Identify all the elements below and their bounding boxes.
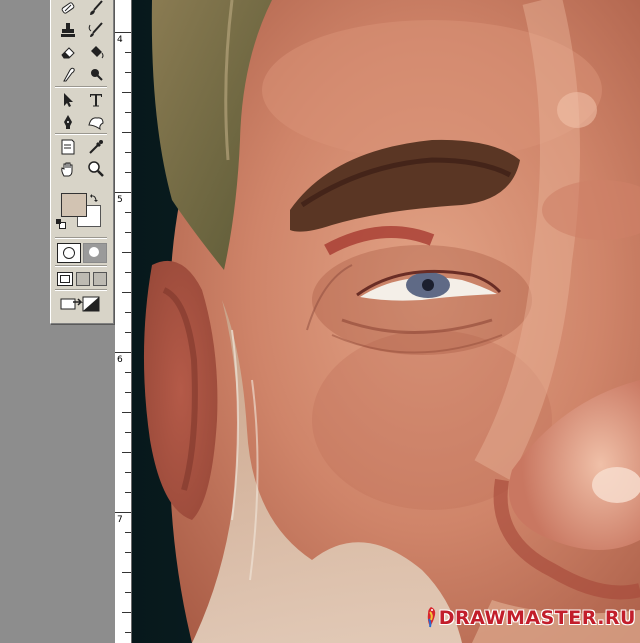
hand-icon[interactable]	[55, 158, 81, 180]
imageready-icon	[60, 296, 100, 312]
standard-mode-icon	[63, 247, 75, 259]
standard-mode-button[interactable]	[57, 243, 81, 263]
smudge-icon[interactable]	[55, 63, 81, 85]
pen-icon[interactable]	[55, 111, 81, 133]
brush-icon[interactable]	[83, 0, 109, 19]
document-canvas[interactable]: DRAWMASTER.RU	[132, 0, 640, 643]
foreground-color-swatch[interactable]	[61, 193, 87, 217]
watermark-text: DRAWMASTER.RU	[438, 607, 636, 629]
parrot-logo	[424, 606, 438, 628]
path-select-icon[interactable]	[55, 89, 81, 111]
vertical-ruler[interactable]: 4 5 6 7	[115, 0, 132, 643]
ruler-label: 4	[117, 35, 123, 45]
toolbox-divider	[55, 265, 107, 267]
tools-palette	[50, 0, 114, 324]
history-brush-icon[interactable]	[83, 19, 109, 41]
screen-mode-icon	[60, 275, 70, 283]
default-colors-icon[interactable]	[56, 219, 66, 229]
drawmaster-watermark: DRAWMASTER.RU	[424, 606, 636, 629]
toolbox-divider	[55, 133, 107, 135]
burn-icon[interactable]	[83, 63, 109, 85]
stamp-icon[interactable]	[55, 19, 81, 41]
type-icon[interactable]	[83, 89, 109, 111]
toolbox-divider	[55, 289, 107, 291]
ruler-label: 5	[117, 195, 123, 205]
quick-mask-button[interactable]	[83, 243, 107, 263]
eraser-icon[interactable]	[55, 41, 81, 63]
zoom-icon[interactable]	[83, 158, 109, 180]
eyedropper-icon[interactable]	[83, 136, 109, 158]
full-screen-menu-mode-button[interactable]	[76, 272, 90, 286]
toolbox-divider	[55, 237, 107, 239]
paint-bucket-icon[interactable]	[83, 41, 109, 63]
toolbox-divider	[55, 86, 107, 88]
quick-mask-icon	[89, 247, 99, 257]
full-screen-mode-button[interactable]	[93, 272, 107, 286]
healing-brush-icon[interactable]	[55, 0, 81, 19]
portrait-painting	[132, 0, 640, 643]
ruler-label: 7	[117, 515, 123, 525]
custom-shape-icon[interactable]	[83, 111, 109, 133]
jump-to-imageready-button[interactable]	[59, 294, 105, 314]
swap-colors-icon[interactable]	[89, 188, 99, 202]
standard-screen-mode-button[interactable]	[57, 272, 73, 286]
ruler-label: 6	[117, 355, 123, 365]
notes-icon[interactable]	[55, 136, 81, 158]
